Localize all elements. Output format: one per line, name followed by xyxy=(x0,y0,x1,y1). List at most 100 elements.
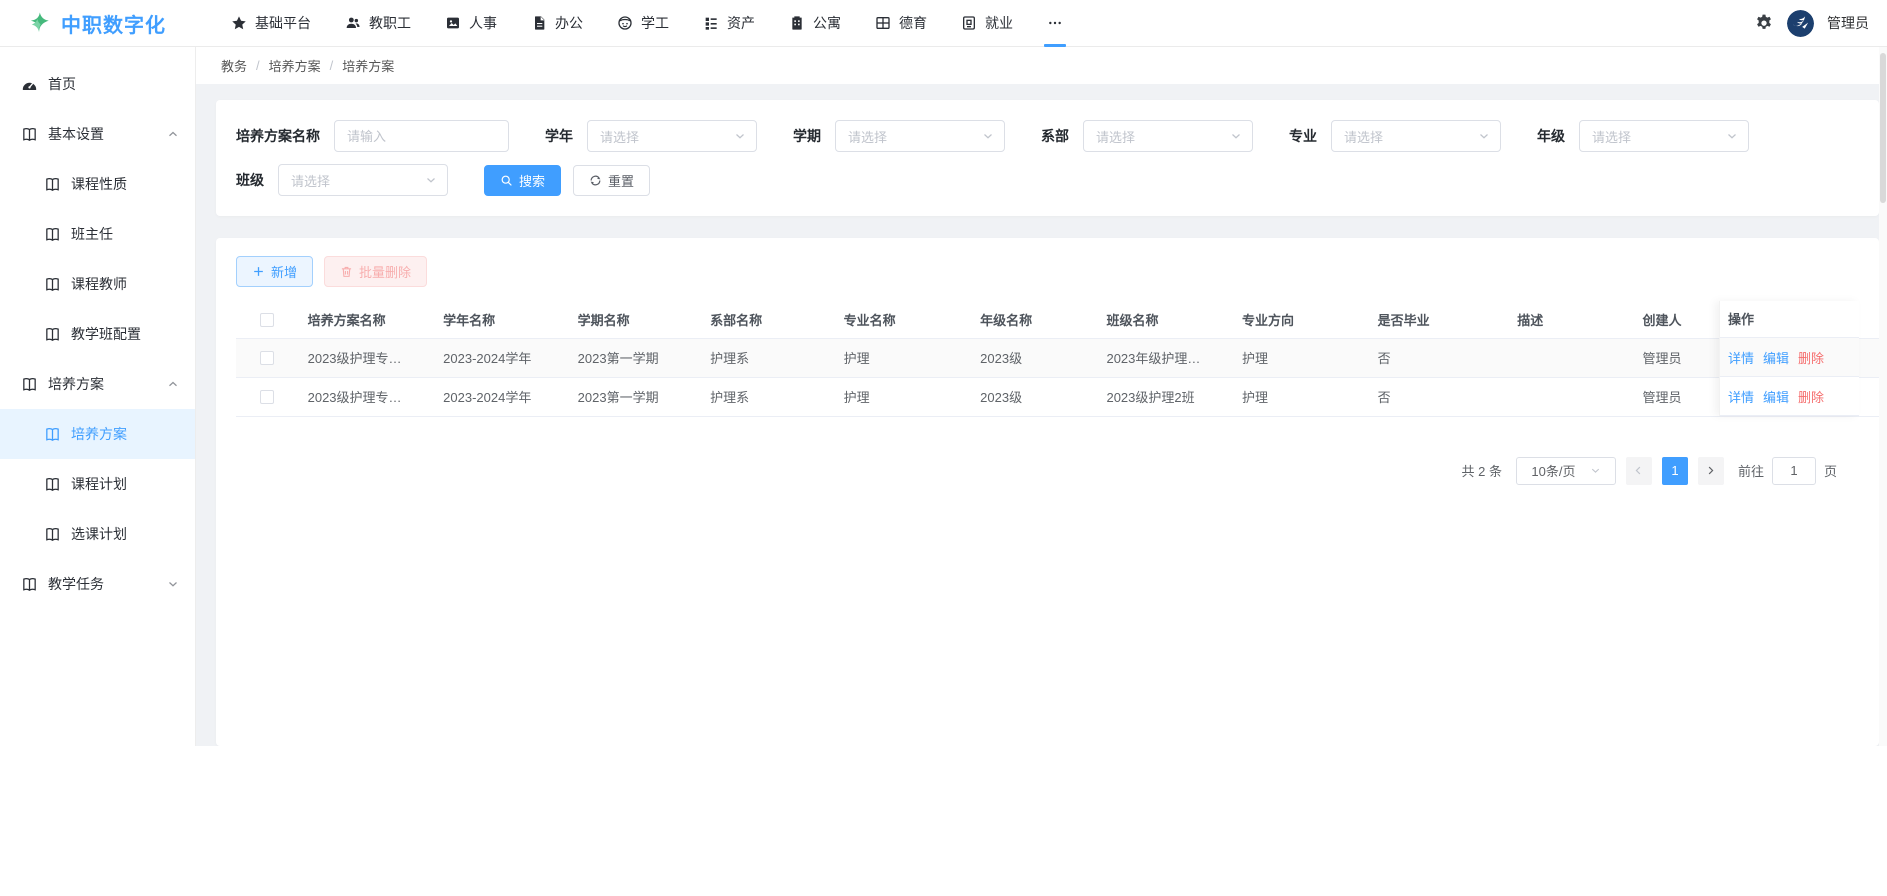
page-size-value: 10条/页 xyxy=(1531,461,1575,480)
nav-label: 教职工 xyxy=(369,13,411,33)
sidebar-item-head-teacher[interactable]: 班主任 xyxy=(0,209,195,259)
cell-graduated: 否 xyxy=(1368,338,1508,377)
filter-department: 系部 请选择 xyxy=(1041,120,1253,152)
cell-grade: 2023级 xyxy=(970,338,1096,377)
add-button[interactable]: 新增 xyxy=(236,256,313,287)
sidebar-item-course-plan[interactable]: 课程计划 xyxy=(0,459,195,509)
user-avatar[interactable] xyxy=(1787,10,1814,37)
table-panel: 新增 批量删除 xyxy=(216,238,1879,746)
chevron-down-icon xyxy=(982,130,994,142)
row-checkbox[interactable] xyxy=(260,390,274,404)
sidebar-item-home[interactable]: 首页 xyxy=(0,59,195,109)
nav-item-dormitory[interactable]: 公寓 xyxy=(772,0,858,47)
breadcrumb-item[interactable]: 教务 xyxy=(221,56,247,75)
plan-name-input[interactable] xyxy=(334,120,509,152)
gear-icon[interactable] xyxy=(1754,13,1774,33)
prev-page-button[interactable] xyxy=(1626,457,1652,485)
book-icon xyxy=(21,126,38,143)
sidebar-item-teaching-class-config[interactable]: 教学班配置 xyxy=(0,309,195,359)
col-header: 培养方案名称 xyxy=(298,301,434,338)
sidebar-item-course-teacher[interactable]: 课程教师 xyxy=(0,259,195,309)
nav-item-assets[interactable]: 资产 xyxy=(686,0,772,47)
edit-link[interactable]: 编辑 xyxy=(1763,387,1789,406)
nav-item-moral-education[interactable]: 德育 xyxy=(858,0,944,47)
nav-label: 资产 xyxy=(727,13,755,33)
detail-link[interactable]: 详情 xyxy=(1728,387,1754,406)
major-select[interactable]: 请选择 xyxy=(1331,120,1501,152)
face-icon xyxy=(617,15,633,31)
nav-label: 就业 xyxy=(985,13,1013,33)
sidebar-item-label: 课程计划 xyxy=(71,474,127,494)
cell-description xyxy=(1507,338,1632,377)
sidebar-item-label: 教学班配置 xyxy=(71,324,141,344)
cell-dept: 护理系 xyxy=(700,338,833,377)
table-row[interactable]: 2023级护理专… 2023-2024学年 2023第一学期 护理系 护理 20… xyxy=(236,338,1879,377)
cell-plan-name: 2023级护理专… xyxy=(298,338,434,377)
nav-item-base-platform[interactable]: 基础平台 xyxy=(214,0,328,47)
refresh-icon xyxy=(589,174,602,187)
edit-link[interactable]: 编辑 xyxy=(1763,348,1789,367)
sidebar-item-course-nature[interactable]: 课程性质 xyxy=(0,159,195,209)
search-button-label: 搜索 xyxy=(519,171,545,190)
select-all-checkbox[interactable] xyxy=(260,313,274,327)
table-row[interactable]: 2023级护理专… 2023-2024学年 2023第一学期 护理系 护理 20… xyxy=(236,377,1879,416)
grade-select[interactable]: 请选择 xyxy=(1579,120,1749,152)
page-scrollbar[interactable] xyxy=(1879,47,1887,746)
nav-label: 学工 xyxy=(641,13,669,33)
nav-item-more[interactable] xyxy=(1030,0,1080,47)
school-year-select[interactable]: 请选择 xyxy=(587,120,757,152)
sidebar-item-label: 培养方案 xyxy=(71,424,127,444)
search-button[interactable]: 搜索 xyxy=(484,165,561,196)
chevron-left-icon xyxy=(1633,465,1644,476)
col-header: 描述 xyxy=(1507,301,1632,338)
chevron-right-icon xyxy=(1705,465,1716,476)
filter-grade: 年级 请选择 xyxy=(1537,120,1749,152)
delete-link[interactable]: 删除 xyxy=(1798,348,1824,367)
brand[interactable]: 中职数字化 xyxy=(26,9,214,38)
department-select[interactable]: 请选择 xyxy=(1083,120,1253,152)
nav-item-staff[interactable]: 教职工 xyxy=(328,0,428,47)
photo-icon xyxy=(445,15,461,31)
cell-grade: 2023级 xyxy=(970,377,1096,416)
nav-item-hr[interactable]: 人事 xyxy=(428,0,514,47)
page-number-button[interactable]: 1 xyxy=(1662,457,1688,485)
delete-link[interactable]: 删除 xyxy=(1798,387,1824,406)
page-size-select[interactable]: 10条/页 xyxy=(1516,457,1616,485)
goto-page-input[interactable] xyxy=(1772,457,1816,485)
sidebar-item-training-plan-group[interactable]: 培养方案 xyxy=(0,359,195,409)
sidebar-item-label: 班主任 xyxy=(71,224,113,244)
cell-direction: 护理 xyxy=(1232,377,1368,416)
sidebar-item-label: 选课计划 xyxy=(71,524,127,544)
row-checkbox[interactable] xyxy=(260,351,274,365)
goto-label: 前往 xyxy=(1738,461,1764,480)
sidebar-item-course-selection-plan[interactable]: 选课计划 xyxy=(0,509,195,559)
class-select[interactable]: 请选择 xyxy=(278,164,448,196)
batch-delete-button[interactable]: 批量删除 xyxy=(324,256,427,287)
semester-select[interactable]: 请选择 xyxy=(835,120,1005,152)
breadcrumb-item[interactable]: 培养方案 xyxy=(342,56,394,75)
cell-creator: 管理员 xyxy=(1632,338,1714,377)
nav-label: 基础平台 xyxy=(255,13,311,33)
breadcrumb-separator: / xyxy=(330,58,334,73)
sidebar-item-basic-settings[interactable]: 基本设置 xyxy=(0,109,195,159)
nav-item-employment[interactable]: 就业 xyxy=(944,0,1030,47)
detail-link[interactable]: 详情 xyxy=(1728,348,1754,367)
batch-delete-label: 批量删除 xyxy=(359,262,411,281)
breadcrumb-item[interactable]: 培养方案 xyxy=(269,56,321,75)
nav-item-student-affairs[interactable]: 学工 xyxy=(600,0,686,47)
user-name[interactable]: 管理员 xyxy=(1827,13,1869,33)
book-icon xyxy=(44,426,61,443)
sidebar-item-label: 课程教师 xyxy=(71,274,127,294)
next-page-button[interactable] xyxy=(1698,457,1724,485)
chevron-up-icon xyxy=(167,378,179,390)
row-actions: 详情 编辑 删除 xyxy=(1720,338,1859,377)
brand-title: 中职数字化 xyxy=(61,9,166,38)
scrollbar-thumb[interactable] xyxy=(1880,53,1886,203)
reset-button[interactable]: 重置 xyxy=(573,165,650,196)
sidebar-item-label: 课程性质 xyxy=(71,174,127,194)
badge-icon xyxy=(961,15,977,31)
sidebar-item-training-plan[interactable]: 培养方案 xyxy=(0,409,195,459)
nav-item-office[interactable]: 办公 xyxy=(514,0,600,47)
sidebar-item-teaching-tasks[interactable]: 教学任务 xyxy=(0,559,195,609)
breadcrumb-separator: / xyxy=(256,58,260,73)
